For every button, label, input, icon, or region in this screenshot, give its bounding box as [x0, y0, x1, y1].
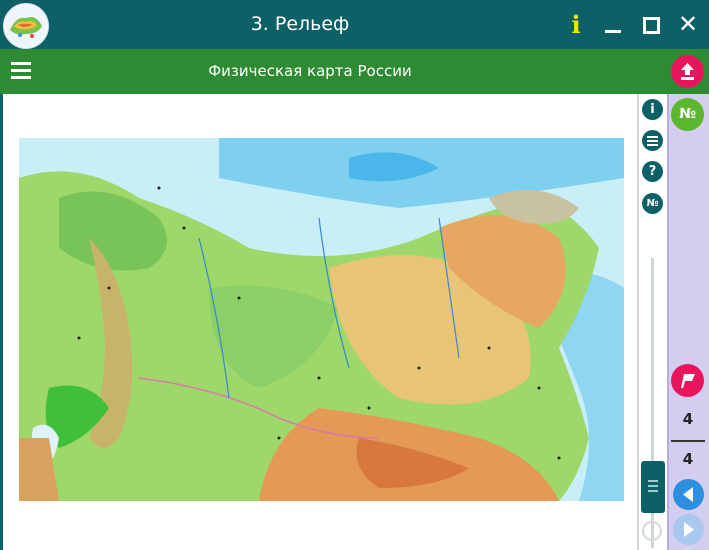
upload-icon[interactable]	[671, 55, 704, 88]
refresh-icon[interactable]	[642, 521, 662, 541]
content-divider	[637, 94, 639, 550]
window-title: 3. Рельеф	[250, 13, 350, 35]
list-icon[interactable]	[642, 130, 663, 151]
maximize-icon[interactable]	[640, 0, 660, 49]
left-frame-border	[0, 94, 3, 550]
info-icon[interactable]: i	[566, 0, 586, 49]
prev-arrow-icon[interactable]	[673, 479, 704, 510]
bookmark-icon[interactable]	[671, 364, 704, 397]
panel-number-button[interactable]: №	[671, 98, 704, 131]
page-divider	[671, 440, 705, 442]
minimize-icon[interactable]	[600, 0, 626, 49]
close-icon[interactable]: ✕	[675, 0, 701, 49]
page-total: 4	[682, 450, 694, 468]
help-icon[interactable]: ?	[642, 161, 663, 182]
physical-map-image	[19, 138, 624, 501]
menu-icon[interactable]	[11, 61, 31, 81]
number-icon[interactable]: №	[642, 193, 663, 214]
next-arrow-icon[interactable]	[673, 514, 704, 545]
info-circle-icon[interactable]: i	[642, 99, 663, 120]
scrollbar-thumb[interactable]	[641, 461, 665, 513]
page-title: Физическая карта России	[208, 62, 412, 80]
page-current: 4	[682, 410, 694, 428]
